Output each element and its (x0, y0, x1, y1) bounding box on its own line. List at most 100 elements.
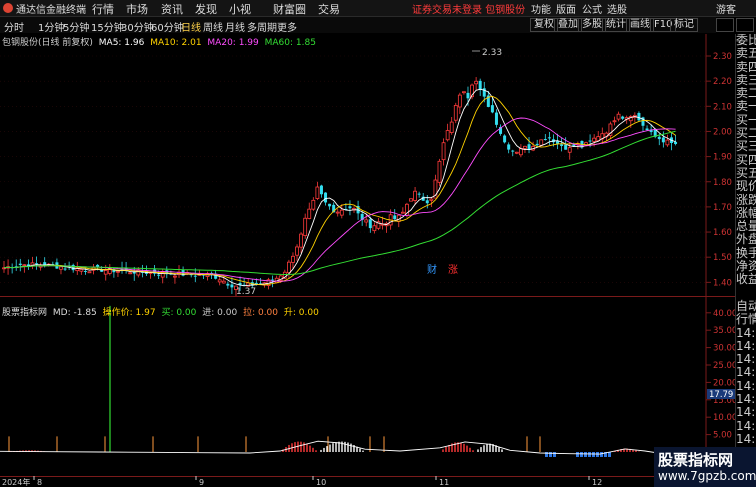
sub-y-tick-label: 35.00 (713, 326, 735, 336)
tab-monthly[interactable]: 月线 (225, 19, 245, 34)
candle-body (319, 185, 323, 195)
tab-60min[interactable]: 60分钟 (151, 19, 184, 34)
candle-body (364, 219, 369, 223)
sidebar-row: 涨幅 (736, 205, 756, 220)
sidebar-row: 14:56 (736, 352, 756, 367)
ma10-value: MA10: 2.01 (150, 38, 202, 48)
sidebar-row: 卖三 (736, 72, 756, 87)
login-warning[interactable]: 证券交易未登录 包钢股份 (412, 1, 525, 16)
sub-y-tick-label: 10.00 (713, 413, 735, 423)
y-tick-label: 1.70 (713, 203, 732, 213)
candle-body (637, 113, 641, 121)
sidebar-row: 14:56 (736, 405, 756, 420)
indicator-chart[interactable]: 40.0035.0030.0025.0020.0015.0010.005.00 … (0, 296, 735, 476)
menu-zixun[interactable]: 资讯 (161, 1, 183, 17)
candle-body (514, 151, 519, 154)
tab-30min[interactable]: 30分钟 (121, 19, 154, 34)
menu-jiaoyi[interactable]: 交易 (318, 1, 340, 17)
menu-gongshi[interactable]: 公式 (582, 1, 602, 16)
menu-banmian[interactable]: 版面 (556, 1, 576, 16)
sidebar-row (736, 287, 756, 300)
y-tick-label: 1.50 (713, 253, 732, 263)
indicator-marker: 17.79 (709, 390, 733, 400)
candle-body (226, 283, 230, 286)
sidebar-row: 卖二 (736, 86, 756, 101)
candle-body (315, 186, 320, 199)
sidebar-row: 行情 (736, 312, 756, 327)
app-name: 通达信金融终端 (16, 5, 86, 16)
tab-more[interactable]: 更多 (277, 19, 297, 34)
candle-body (657, 136, 661, 140)
candle-body (230, 284, 234, 288)
menu-gongneng[interactable]: 功能 (531, 1, 551, 16)
sidebar-row: 卖一 (736, 99, 756, 114)
candle-body (409, 198, 413, 202)
watermark-url: www.7gpzb.com (658, 469, 756, 483)
menu-caifuquan[interactable]: 财富圈 (273, 1, 306, 17)
negative-bar (584, 452, 587, 457)
menu-faxian[interactable]: 发现 (195, 1, 217, 17)
sidebar-row: 净资 (736, 259, 756, 274)
candle-body (303, 217, 308, 237)
candle-body (494, 112, 498, 125)
sidebar-row: 涨跌 (736, 192, 756, 207)
candle-body (539, 139, 544, 146)
y-tick-label: 2.20 (713, 77, 732, 87)
y-tick-label: 1.90 (713, 153, 732, 163)
tool-biaoji[interactable]: 标记 (670, 18, 698, 32)
tab-multi-period[interactable]: 多周期 (247, 19, 277, 34)
candle-body (136, 269, 141, 276)
sidebar-row: 14:56 (736, 365, 756, 380)
tab-5min[interactable]: 5分钟 (63, 19, 89, 34)
tab-daily[interactable]: 日线 (181, 19, 201, 34)
menu-xiaoshi[interactable]: 小视 (229, 1, 251, 17)
candle-body (35, 263, 39, 265)
tab-fenshi[interactable]: 分时 (4, 19, 24, 34)
menu-youke[interactable]: 游客 (716, 1, 736, 16)
kline-chart[interactable]: 2.30 2.20 2.10 2.00 1.90 1.80 1.70 1.60 1.50 1.40… (0, 34, 735, 296)
sub-y-tick-label: 5.00 (713, 431, 732, 441)
candle-body (437, 160, 442, 183)
xaxis-month-10: 10 (316, 478, 326, 487)
sidebar-row: 收益 (736, 272, 756, 287)
y-tick-label: 1.60 (713, 228, 732, 238)
candle-body (348, 206, 352, 209)
mai-value: 买: 0.00 (161, 308, 197, 318)
candle-body (518, 148, 523, 156)
menu-hangqing[interactable]: 行情 (92, 1, 114, 17)
candle-body (462, 91, 466, 94)
candle-body (588, 140, 592, 142)
app-logo-icon (3, 3, 13, 13)
candle-body (87, 271, 92, 274)
candle-body (221, 280, 226, 284)
candle-body (567, 147, 572, 153)
md-value: MD: -1.85 (52, 308, 97, 318)
candle-body (75, 268, 80, 272)
candle-body (425, 200, 429, 204)
candle-body (417, 193, 421, 195)
panel-close-button[interactable] (736, 18, 754, 32)
tab-1min[interactable]: 1分钟 (38, 19, 64, 34)
panel-toggle-button[interactable] (716, 18, 734, 32)
candle-body (457, 94, 462, 108)
candle-body (173, 275, 177, 278)
candle-body (445, 130, 450, 141)
menu-xuangu[interactable]: 选股 (607, 1, 627, 16)
negative-bar (553, 452, 556, 457)
candle-body (523, 145, 527, 149)
candle-body (616, 113, 621, 120)
candle-body (661, 137, 665, 143)
sidebar-row: 14:56 (736, 378, 756, 393)
badge-zhang: 涨 (448, 264, 458, 276)
candle-body (429, 198, 434, 201)
menu-shichang[interactable]: 市场 (126, 1, 148, 17)
candle-body (18, 263, 22, 266)
sub-y-tick-label: 25.00 (713, 361, 735, 371)
tab-weekly[interactable]: 周线 (203, 19, 223, 34)
candle-body (466, 92, 470, 99)
tab-15min[interactable]: 15分钟 (91, 19, 124, 34)
candle-body (193, 275, 197, 277)
xaxis-year: 2024年 (2, 477, 30, 487)
sidebar-row: 卖四 (736, 59, 756, 74)
ma5-value: MA5: 1.96 (98, 38, 145, 48)
